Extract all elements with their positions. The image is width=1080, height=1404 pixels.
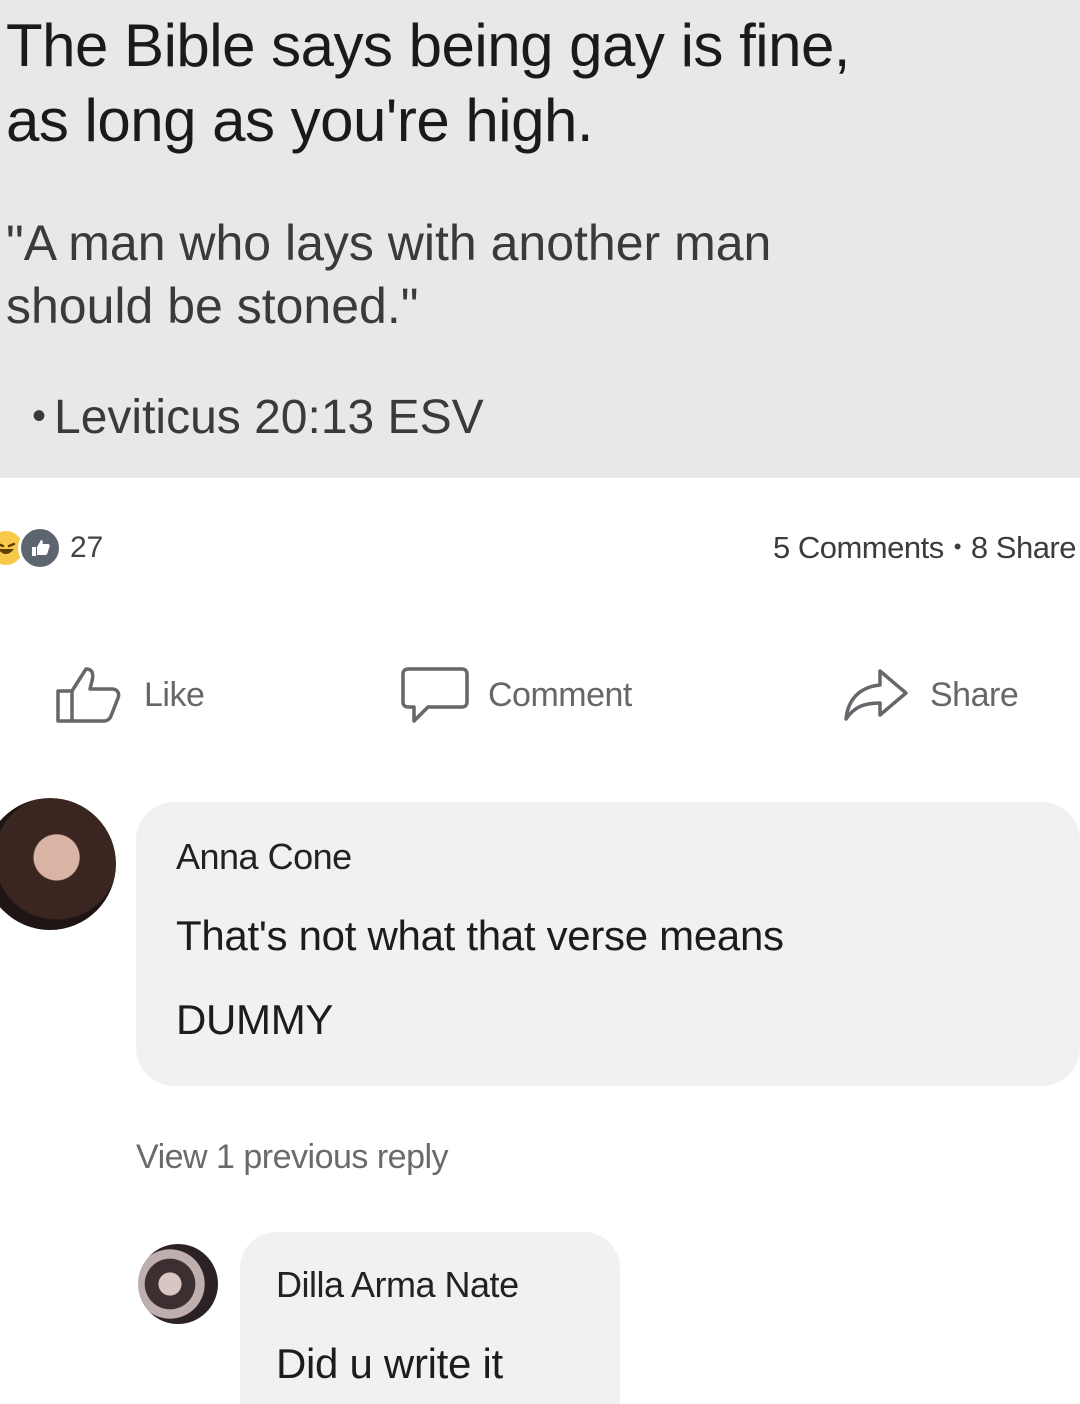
reaction-count: 27 xyxy=(70,531,104,564)
post-image[interactable]: The Bible says being gay is fine, as lon… xyxy=(0,0,1080,478)
headline-line-1: The Bible says being gay is fine, xyxy=(6,12,850,79)
post-actions: Like Comment Share xyxy=(0,660,1080,730)
share-button[interactable]: Share xyxy=(840,660,1019,730)
comment-author-name[interactable]: Anna Cone xyxy=(176,836,352,878)
post-citation: • Leviticus 20:13 ESV xyxy=(32,388,484,450)
comment-text-line-2: DUMMY xyxy=(176,996,334,1043)
post-stats: 27 5 Comments • 8 Share xyxy=(0,524,1080,574)
headline-line-2: as long as you're high. xyxy=(6,87,594,154)
post-quote: "A man who lays with another man should … xyxy=(6,212,1066,338)
quote-line-1: "A man who lays with another man xyxy=(6,215,772,271)
stats-separator: • xyxy=(953,534,962,559)
view-previous-replies-link[interactable]: View 1 previous reply xyxy=(136,1138,449,1177)
like-label: Like xyxy=(144,675,205,714)
shares-count-link[interactable]: 8 Share xyxy=(971,530,1077,565)
like-reaction-icon xyxy=(18,526,62,570)
avatar-dilla-arma-nate[interactable] xyxy=(138,1244,218,1324)
avatar-anna-cone[interactable] xyxy=(0,798,116,930)
citation-bullet: • xyxy=(32,394,47,438)
comment-button[interactable]: Comment xyxy=(400,660,632,730)
reply-author-name[interactable]: Dilla Arma Nate xyxy=(276,1264,519,1306)
comment-text-line-1: That's not what that verse means xyxy=(176,912,784,959)
reply-text: Did u write it xyxy=(276,1340,503,1387)
share-arrow-icon xyxy=(844,669,908,721)
comment-label: Comment xyxy=(488,675,632,714)
comments-count-link[interactable]: 5 Comments xyxy=(773,530,944,565)
like-button[interactable]: Like xyxy=(54,660,205,730)
quote-line-2: should be stoned." xyxy=(6,278,419,334)
comment-share-counts: 5 Comments • 8 Share xyxy=(773,530,1077,566)
reactions-summary[interactable]: 27 xyxy=(0,526,103,570)
post-headline: The Bible says being gay is fine, as lon… xyxy=(6,8,1080,158)
share-label: Share xyxy=(930,675,1019,714)
comment-bubble-icon xyxy=(401,667,469,723)
thumbs-up-icon xyxy=(56,667,121,723)
citation-text: Leviticus 20:13 ESV xyxy=(54,391,484,444)
